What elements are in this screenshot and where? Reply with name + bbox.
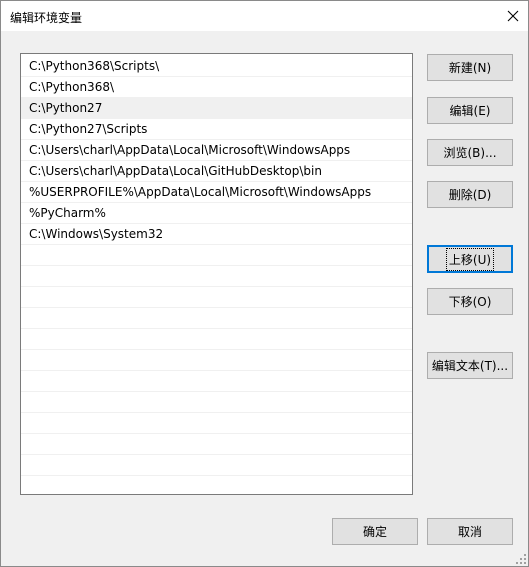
edit-button-label: 编辑(E): [449, 104, 491, 118]
list-item[interactable]: %PyCharm%: [21, 203, 412, 224]
list-item[interactable]: [21, 371, 412, 392]
move-down-button-label: 下移(O): [448, 295, 492, 309]
new-button-label: 新建(N): [448, 61, 492, 75]
move-up-button[interactable]: 上移(U): [427, 245, 513, 273]
browse-button[interactable]: 浏览(B)...: [427, 139, 513, 166]
list-item[interactable]: [21, 245, 412, 266]
list-item[interactable]: [21, 413, 412, 434]
list-item[interactable]: [21, 434, 412, 455]
edit-text-button-label: 编辑文本(T)...: [431, 359, 509, 373]
list-item[interactable]: %USERPROFILE%\AppData\Local\Microsoft\Wi…: [21, 182, 412, 203]
delete-button-label: 删除(D): [448, 188, 492, 202]
list-item[interactable]: C:\Windows\System32: [21, 224, 412, 245]
browse-button-label: 浏览(B)...: [443, 146, 497, 160]
list-item-text: C:\Python27\Scripts: [29, 122, 148, 136]
cancel-button-label: 取消: [457, 525, 482, 539]
dialog-title: 编辑环境变量: [10, 11, 83, 25]
list-item-text: C:\Python368\: [29, 80, 115, 94]
cancel-button[interactable]: 取消: [427, 518, 513, 545]
resize-grip-icon[interactable]: [516, 554, 526, 564]
list-item[interactable]: [21, 329, 412, 350]
list-item[interactable]: [21, 308, 412, 329]
close-button[interactable]: [498, 1, 528, 31]
list-item[interactable]: C:\Users\charl\AppData\Local\GitHubDeskt…: [21, 161, 412, 182]
new-button[interactable]: 新建(N): [427, 54, 513, 81]
list-item[interactable]: [21, 476, 412, 494]
list-item-text: %USERPROFILE%\AppData\Local\Microsoft\Wi…: [29, 185, 372, 199]
ok-button-label: 确定: [362, 525, 387, 539]
move-up-button-label: 上移(U): [445, 247, 495, 271]
list-item[interactable]: [21, 455, 412, 476]
move-down-button[interactable]: 下移(O): [427, 288, 513, 315]
edit-env-variable-dialog: 编辑环境变量 C:\Python368\Scripts\ C:\Python368…: [0, 0, 529, 567]
list-item[interactable]: [21, 266, 412, 287]
list-item[interactable]: [21, 287, 412, 308]
close-icon: [507, 10, 519, 22]
ok-button[interactable]: 确定: [332, 518, 418, 545]
list-item[interactable]: C:\Python27: [21, 98, 412, 119]
list-item-text: C:\Python368\Scripts\: [29, 59, 160, 73]
list-item[interactable]: C:\Python368\: [21, 77, 412, 98]
list-item-text: C:\Python27: [29, 101, 103, 115]
path-list[interactable]: C:\Python368\Scripts\ C:\Python368\ C:\Pyt…: [20, 53, 413, 495]
list-item-text: %PyCharm%: [29, 206, 106, 220]
list-item[interactable]: C:\Python368\Scripts\: [21, 56, 412, 77]
list-item[interactable]: C:\Python27\Scripts: [21, 119, 412, 140]
delete-button[interactable]: 删除(D): [427, 181, 513, 208]
edit-button[interactable]: 编辑(E): [427, 97, 513, 124]
list-item[interactable]: [21, 350, 412, 371]
title-bar[interactable]: 编辑环境变量: [1, 1, 528, 31]
edit-text-button[interactable]: 编辑文本(T)...: [427, 352, 513, 379]
list-item-text: C:\Users\charl\AppData\Local\Microsoft\W…: [29, 143, 351, 157]
list-item[interactable]: C:\Users\charl\AppData\Local\Microsoft\W…: [21, 140, 412, 161]
list-item-text: C:\Users\charl\AppData\Local\GitHubDeskt…: [29, 164, 322, 178]
list-item[interactable]: [21, 392, 412, 413]
list-item-text: C:\Windows\System32: [29, 227, 164, 241]
